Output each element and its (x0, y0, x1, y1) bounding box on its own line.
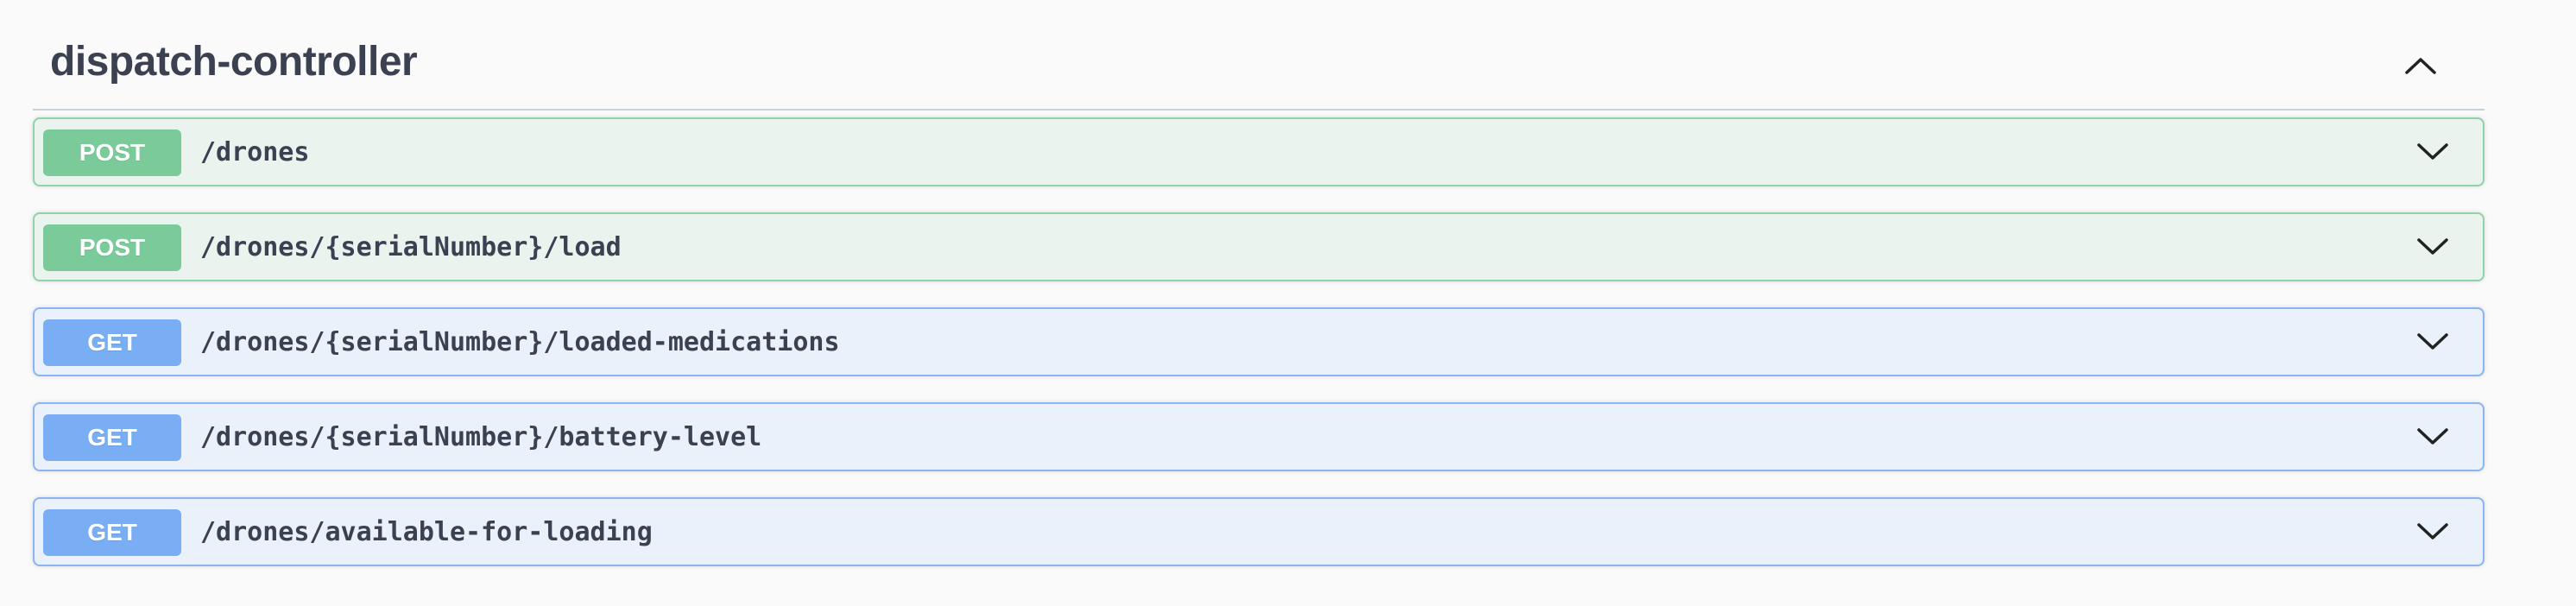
method-badge: GET (43, 319, 181, 366)
dispatch-controller-section: dispatch-controller POST /drones POST /d… (33, 26, 2484, 566)
chevron-down-icon[interactable] (2414, 513, 2452, 551)
chevron-up-icon[interactable] (2400, 45, 2441, 86)
chevron-down-icon[interactable] (2414, 133, 2452, 171)
operation-path: /drones/{serialNumber}/battery-level (200, 421, 762, 452)
operation-post-drones-load[interactable]: POST /drones/{serialNumber}/load (33, 212, 2484, 281)
method-badge: GET (43, 414, 181, 461)
operation-get-available-for-loading[interactable]: GET /drones/available-for-loading (33, 497, 2484, 566)
section-header[interactable]: dispatch-controller (33, 26, 2484, 110)
operation-get-loaded-medications[interactable]: GET /drones/{serialNumber}/loaded-medica… (33, 307, 2484, 376)
method-badge: GET (43, 509, 181, 556)
section-title: dispatch-controller (50, 39, 418, 85)
operation-path: /drones/{serialNumber}/load (200, 231, 622, 262)
method-badge: POST (43, 129, 181, 176)
method-badge: POST (43, 224, 181, 271)
operation-get-battery-level[interactable]: GET /drones/{serialNumber}/battery-level (33, 402, 2484, 471)
operation-post-drones[interactable]: POST /drones (33, 117, 2484, 186)
chevron-down-icon[interactable] (2414, 228, 2452, 266)
chevron-down-icon[interactable] (2414, 418, 2452, 456)
operation-path: /drones/{serialNumber}/loaded-medication… (200, 326, 840, 357)
chevron-down-icon[interactable] (2414, 323, 2452, 361)
operation-path: /drones (200, 136, 310, 167)
operation-path: /drones/available-for-loading (200, 516, 653, 547)
